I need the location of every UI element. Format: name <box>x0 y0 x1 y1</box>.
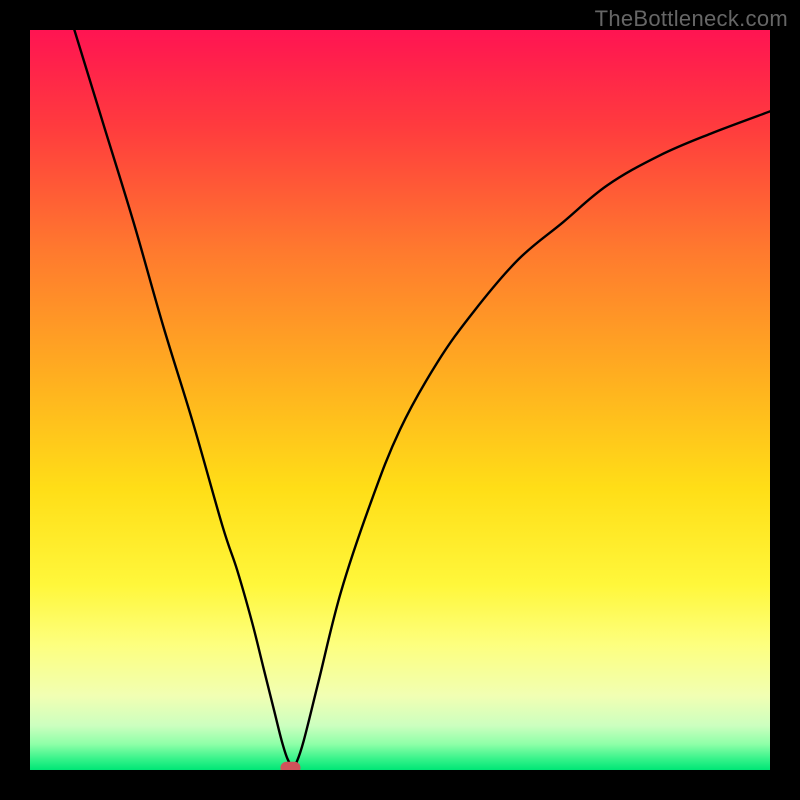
watermark-text: TheBottleneck.com <box>595 6 788 32</box>
chart-svg <box>30 30 770 770</box>
chart-marker <box>280 762 300 770</box>
chart-background <box>30 30 770 770</box>
chart-frame: TheBottleneck.com <box>0 0 800 800</box>
plot-area <box>30 30 770 770</box>
